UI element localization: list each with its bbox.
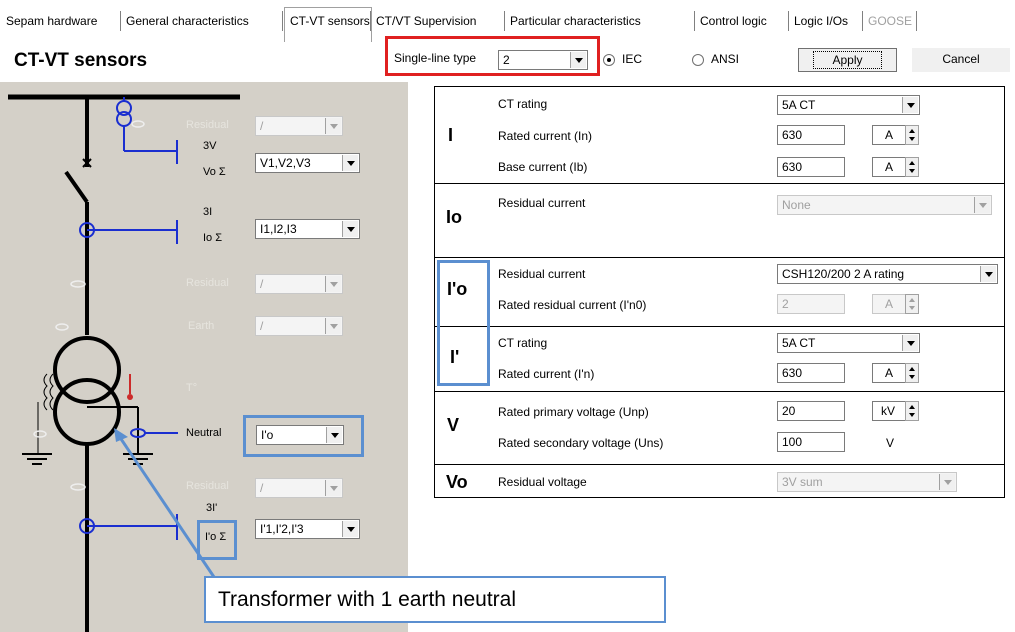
secondary-voltage-unit: V xyxy=(886,436,895,450)
vo-residual-select: 3V sum xyxy=(777,472,957,492)
cancel-button[interactable]: Cancel xyxy=(912,48,1010,72)
temperature-label: T° xyxy=(186,382,198,394)
section-ioprime-symbol: I'o xyxy=(447,279,468,299)
tab-logic-ios[interactable]: Logic I/Os xyxy=(794,11,848,31)
rated-current-unit: A xyxy=(872,125,906,145)
rated-residual-label: Rated residual current (I'n0) xyxy=(498,298,647,312)
section-iprime-symbol: I' xyxy=(450,347,460,367)
tab-goose: GOOSE xyxy=(868,14,913,28)
section-i-symbol: I xyxy=(448,125,454,145)
symbol-3i-prime: 3I' xyxy=(206,502,218,514)
current-prime-sensor-select[interactable]: I'1,I'2,I'3 xyxy=(255,519,360,539)
section-vo-symbol: Vo xyxy=(446,472,468,492)
tab-ct-vt-supervision[interactable]: CT/VT Supervision xyxy=(376,11,476,31)
chevron-down-icon xyxy=(326,427,342,443)
section-io-symbol: Io xyxy=(446,207,462,227)
residual-select-3: / xyxy=(255,478,343,498)
ct-rating-label: CT rating xyxy=(498,97,548,111)
iec-radio[interactable] xyxy=(603,54,615,66)
chevron-down-icon xyxy=(342,155,358,171)
base-current-input[interactable]: 630 xyxy=(777,157,845,177)
vo-residual-label: Residual voltage xyxy=(498,475,587,489)
iprime-rated-current-label: Rated current (I'n) xyxy=(498,367,595,381)
iprime-ct-rating-select[interactable]: 5A CT xyxy=(777,333,920,353)
rated-current-input[interactable]: 630 xyxy=(777,125,845,145)
tab-sepam-hardware[interactable]: Sepam hardware xyxy=(6,11,97,31)
residual-label-2: Residual xyxy=(186,277,229,289)
chevron-down-icon xyxy=(902,335,918,351)
single-line-diagram: Residual / 3V Vo Σ V1,V2,V3 3I Io Σ I1,I… xyxy=(0,82,408,632)
single-line-type-select[interactable]: 2 xyxy=(498,50,588,70)
primary-voltage-label: Rated primary voltage (Unp) xyxy=(498,405,649,419)
callout-text: Transformer with 1 earth neutral xyxy=(218,588,517,611)
residual-select-2: / xyxy=(255,274,343,294)
primary-voltage-unit: kV xyxy=(872,401,906,421)
ansi-radio[interactable] xyxy=(692,54,704,66)
ioprime-residual-label: Residual current xyxy=(498,267,586,281)
iprime-rated-current-input[interactable]: 630 xyxy=(777,363,845,383)
primary-voltage-input[interactable]: 20 xyxy=(777,401,845,421)
primary-voltage-unit-spinner[interactable] xyxy=(905,401,919,421)
ioprime-residual-select[interactable]: CSH120/200 2 A rating xyxy=(777,264,998,284)
tab-ct-vt-sensors[interactable]: CT-VT sensors xyxy=(290,11,370,31)
ct-rating-select[interactable]: 5A CT xyxy=(777,95,920,115)
io-residual-select: None xyxy=(777,195,992,215)
symbol-vo-sum: Vo Σ xyxy=(203,166,226,178)
io-residual-label: Residual current xyxy=(498,196,586,210)
iec-label: IEC xyxy=(622,52,643,66)
tab-bar: Sepam hardware General characteristics C… xyxy=(0,0,1015,42)
chevron-down-icon xyxy=(570,52,586,68)
iprime-ct-rating-label: CT rating xyxy=(498,336,548,350)
page-title: CT-VT sensors xyxy=(14,50,148,71)
rated-residual-unit-spinner xyxy=(905,294,919,314)
rated-residual-unit: A xyxy=(872,294,906,314)
residual-label-1: Residual xyxy=(186,119,229,131)
residual-select-1: / xyxy=(255,116,343,136)
voltage-sensor-select[interactable]: V1,V2,V3 xyxy=(255,153,360,173)
symbol-3i: 3I xyxy=(203,206,213,218)
chevron-down-icon xyxy=(980,266,996,282)
residual-label-3: Residual xyxy=(186,480,229,492)
base-current-label: Base current (Ib) xyxy=(498,160,588,174)
rated-current-unit-spinner[interactable] xyxy=(905,125,919,145)
symbol-io-sum: Io Σ xyxy=(203,232,223,244)
current-sensor-select[interactable]: I1,I2,I3 xyxy=(255,219,360,239)
symbol-ioprime-sum: I'o Σ xyxy=(205,531,227,543)
tab-general-characteristics[interactable]: General characteristics xyxy=(126,11,249,31)
earth-select: / xyxy=(255,316,343,336)
iprime-rated-current-unit-spinner[interactable] xyxy=(905,363,919,383)
chevron-down-icon xyxy=(342,221,358,237)
section-v-symbol: V xyxy=(447,415,460,435)
apply-button[interactable]: Apply xyxy=(798,48,897,72)
single-line-label: Single-line type xyxy=(394,51,477,65)
neutral-sensor-select[interactable]: I'o xyxy=(256,425,344,445)
rated-current-label: Rated current (In) xyxy=(498,129,593,143)
tab-control-logic[interactable]: Control logic xyxy=(700,11,767,31)
secondary-voltage-input[interactable]: 100 xyxy=(777,432,845,452)
secondary-voltage-label: Rated secondary voltage (Uns) xyxy=(498,436,664,450)
callout-box: Transformer with 1 earth neutral xyxy=(204,576,666,623)
tab-particular-characteristics[interactable]: Particular characteristics xyxy=(510,11,641,31)
neutral-label: Neutral xyxy=(186,427,222,439)
base-current-unit-spinner[interactable] xyxy=(905,157,919,177)
ansi-label: ANSI xyxy=(711,52,740,66)
base-current-unit: A xyxy=(872,157,906,177)
chevron-down-icon xyxy=(342,521,358,537)
iprime-rated-current-unit: A xyxy=(872,363,906,383)
earth-label: Earth xyxy=(188,320,215,332)
chevron-down-icon xyxy=(902,97,918,113)
symbol-3v: 3V xyxy=(203,140,217,152)
rated-residual-input: 2 xyxy=(777,294,845,314)
